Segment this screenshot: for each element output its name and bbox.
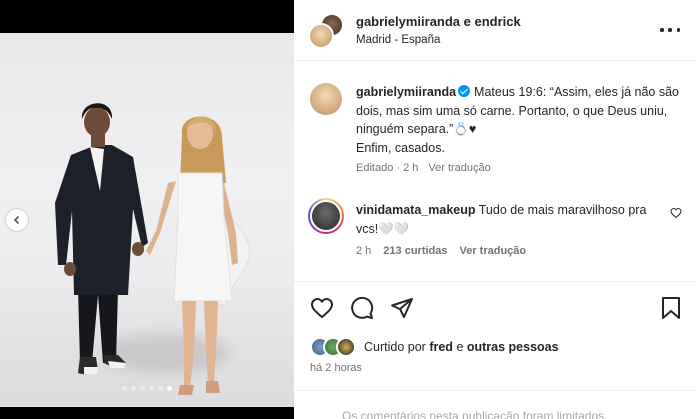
comment-button[interactable] — [350, 296, 374, 323]
caption-username[interactable]: gabrielymiiranda — [356, 85, 456, 99]
more-options-icon — [660, 28, 664, 32]
more-options-icon — [676, 28, 680, 32]
comment-like-button[interactable] — [670, 207, 682, 222]
caption-meta: Editado · 2 h Ver tradução — [356, 162, 501, 174]
post-actions: Curtido por fred e outras pessoas há 2 h… — [294, 281, 696, 394]
more-options-button[interactable] — [660, 22, 680, 38]
comment-likes[interactable]: 213 curtidas — [383, 245, 447, 257]
chevron-left-icon — [13, 215, 20, 225]
comment-icon — [351, 296, 374, 319]
comments-limited-text: Os comentários nesta publicação foram li… — [342, 409, 608, 419]
comment-time: 2 h — [356, 245, 372, 257]
like-button[interactable] — [310, 296, 334, 323]
carousel-prev-button[interactable] — [5, 208, 29, 232]
post-photo[interactable] — [0, 33, 294, 407]
comment-avatar-image — [310, 200, 342, 232]
save-button[interactable] — [660, 296, 682, 323]
liked-by-prefix: Curtido por — [364, 340, 426, 354]
liked-by-and: e — [456, 340, 464, 354]
more-options-icon — [668, 28, 672, 32]
carousel-dot — [140, 386, 145, 391]
comment-see-translation[interactable]: Ver tradução — [460, 245, 527, 257]
comments-limited-notice: Os comentários nesta publicação foram li… — [294, 390, 696, 419]
liked-by-user[interactable]: fred — [429, 340, 453, 354]
carousel-dot-active — [167, 386, 172, 391]
instagram-post-window: gabrielymiiranda e endrick Madrid - Espa… — [0, 0, 696, 419]
carousel-dot — [149, 386, 154, 391]
avatar-gabrielymiiranda[interactable] — [308, 23, 334, 49]
post-location[interactable]: Madrid - España — [356, 34, 440, 46]
carousel-dot — [131, 386, 136, 391]
caption-avatar[interactable] — [310, 83, 342, 115]
comment-meta: 2 h 213 curtidas Ver tradução — [356, 245, 538, 257]
post-authors[interactable]: gabrielymiiranda e endrick — [356, 14, 521, 29]
bookmark-icon — [662, 297, 680, 319]
caption-edited: Editado · 2 h — [356, 162, 419, 174]
liked-by-avatars[interactable] — [310, 337, 358, 357]
carousel-dot — [158, 386, 163, 391]
share-button[interactable] — [390, 296, 414, 323]
heart-icon — [670, 207, 682, 219]
comment: vinidamata_makeup Tudo de mais maravilho… — [356, 201, 656, 238]
comment-username[interactable]: vinidamata_makeup — [356, 203, 476, 217]
liked-by-text: Curtido por fred e outras pessoas — [364, 340, 559, 354]
caption-line2: Enfim, casados. — [356, 140, 445, 155]
couple-illustration — [55, 103, 250, 395]
send-icon — [391, 298, 413, 318]
caption-see-translation[interactable]: Ver tradução — [428, 162, 490, 174]
post-caption: gabrielymiiranda Mateus 19:6: “Assim, ele… — [356, 83, 684, 157]
carousel-indicator — [0, 386, 294, 391]
liker-avatar — [336, 337, 356, 357]
post-time[interactable]: há 2 horas — [310, 362, 362, 374]
post-details-panel: gabrielymiiranda e endrick Madrid - Espa… — [294, 0, 696, 419]
post-header: gabrielymiiranda e endrick Madrid - Espa… — [294, 0, 696, 61]
liked-by-others[interactable]: outras pessoas — [467, 340, 559, 354]
post-media — [0, 0, 294, 419]
collab-avatars[interactable] — [308, 13, 344, 49]
verified-badge-icon — [458, 85, 471, 97]
carousel-dot — [122, 386, 127, 391]
comment-avatar[interactable] — [308, 198, 344, 234]
heart-icon — [310, 297, 334, 319]
